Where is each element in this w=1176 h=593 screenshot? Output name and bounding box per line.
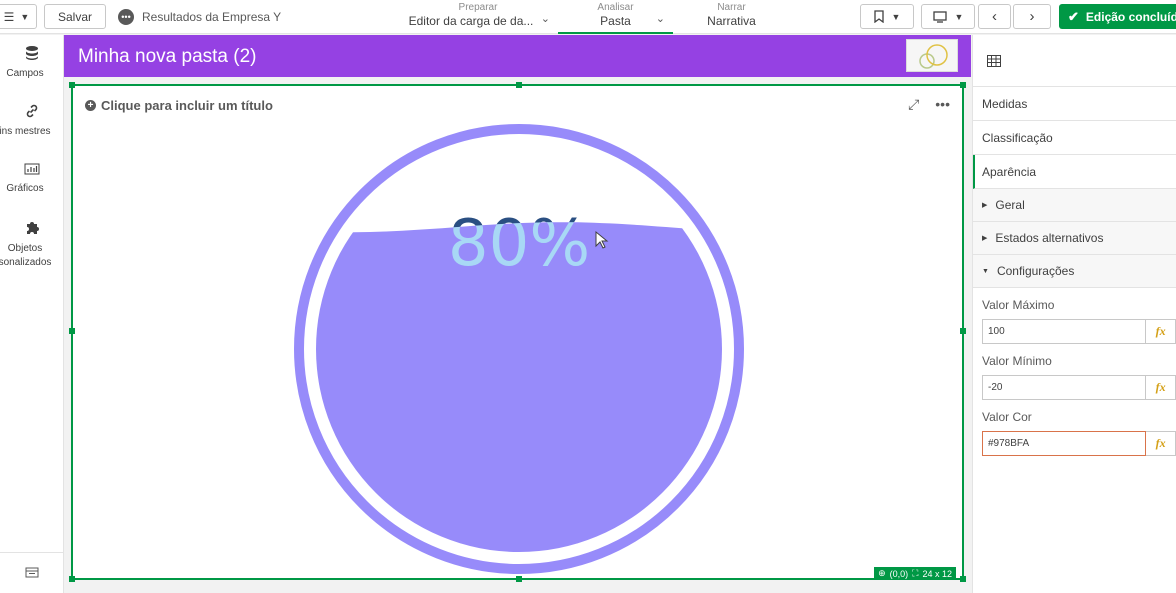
section-label: Estados alternativos [995, 231, 1104, 245]
max-value-input[interactable] [982, 319, 1147, 344]
resize-handle[interactable] [960, 328, 966, 334]
liquid-gauge: 80% 80% [294, 124, 744, 574]
resize-handle[interactable] [516, 576, 522, 582]
left-sidebar: Campos ins mestres Gráficos Objetos sona… [0, 35, 64, 593]
max-value-row: fx [982, 319, 1176, 344]
chevron-down-icon: ▼ [891, 11, 901, 22]
section-label: Geral [995, 198, 1025, 212]
caret-right-icon: ▶ [982, 202, 988, 209]
resize-handle[interactable] [960, 576, 966, 582]
check-icon: ✔ [1068, 8, 1079, 24]
sidebar-item-fields[interactable]: Campos [0, 45, 64, 81]
object-title-placeholder[interactable]: + Clique para incluir um título [85, 98, 273, 113]
plus-circle-icon: + [85, 100, 96, 111]
tab-narrate-sub: Narrar [717, 2, 746, 13]
properties-header [973, 35, 1176, 87]
resize-handle[interactable] [516, 82, 522, 88]
save-button[interactable]: Salvar [44, 4, 106, 29]
chevron-down-icon: ▼ [20, 11, 30, 22]
hamburger-icon: ☰ [3, 9, 15, 24]
sheet-header: Minha nova pasta (2) [64, 35, 971, 77]
database-icon [26, 46, 38, 60]
position-icon: ⊕ [878, 568, 886, 578]
link-icon [26, 104, 38, 118]
liquid-gauge-object[interactable]: + Clique para incluir um título ⤢ ••• 80… [69, 82, 966, 582]
more-options-icon[interactable]: ••• [935, 96, 950, 113]
edit-done-button[interactable]: ✔ Edição concluída [1059, 4, 1176, 29]
bookmark-icon [873, 10, 884, 23]
fx-button[interactable]: fx [1146, 319, 1176, 344]
min-value-row: fx [982, 375, 1176, 400]
app-name: Resultados da Empresa Y [142, 10, 282, 24]
sidebar-item-master-items[interactable]: ins mestres [0, 103, 64, 139]
present-button[interactable]: ▼ [921, 4, 975, 29]
resize-handle[interactable] [960, 82, 966, 88]
previous-sheet-button[interactable]: ‹ [978, 4, 1011, 29]
fx-button[interactable]: fx [1146, 431, 1176, 456]
min-value-input[interactable] [982, 375, 1147, 400]
puzzle-icon [27, 222, 39, 234]
color-value-row: fx [982, 431, 1176, 456]
size-text: 24 x 12 [922, 568, 952, 579]
caret-right-icon: ▶ [982, 235, 988, 242]
section-general[interactable]: ▶ Geral [973, 189, 1176, 222]
caret-down-icon: ▼ [982, 267, 989, 275]
tab-measures[interactable]: Medidas [973, 87, 1176, 121]
resize-handle[interactable] [69, 328, 75, 334]
chevron-left-icon: ‹ [992, 8, 997, 25]
fx-button[interactable]: fx [1146, 375, 1176, 400]
app-title[interactable]: ••• Resultados da Empresa Y [118, 9, 281, 25]
monitor-icon [932, 10, 947, 23]
sidebar-bottom-toggle[interactable] [0, 552, 64, 592]
section-alternate-states[interactable]: ▶ Estados alternativos [973, 222, 1176, 255]
next-sheet-button[interactable]: › [1013, 4, 1051, 29]
resize-handle[interactable] [69, 576, 75, 582]
size-icon: ⛶ [912, 568, 919, 578]
section-settings[interactable]: ▼ Configurações [973, 255, 1176, 288]
sidebar-item-custom-objects[interactable]: Objetos sonalizados [0, 220, 64, 270]
rings-logo-icon [919, 44, 948, 69]
position-badge: ⊕ (0,0) ⛶ 24 x 12 [874, 567, 956, 580]
max-value-label: Valor Máximo [982, 298, 1055, 312]
tab-prepare-sub: Preparar [458, 2, 498, 13]
edit-done-label: Edição concluída [1085, 9, 1176, 24]
resize-handle[interactable] [69, 82, 75, 88]
section-label: Configurações [996, 264, 1075, 278]
sidebar-item-charts[interactable]: Gráficos [0, 162, 64, 196]
app-icon: ••• [118, 9, 134, 25]
table-icon[interactable] [987, 54, 1001, 67]
color-value-input[interactable] [982, 431, 1147, 456]
chart-icon [24, 163, 40, 175]
tab-analyze[interactable]: Analisar Pasta ⌄ [558, 0, 673, 34]
chevron-down-icon: ⌄ [655, 13, 665, 25]
bookmark-button[interactable]: ▼ [860, 4, 914, 29]
object-title-text: Clique para incluir um título [101, 98, 273, 113]
chevron-down-icon: ⌄ [540, 13, 550, 25]
sheet-title[interactable]: Minha nova pasta (2) [78, 46, 257, 68]
tab-prepare[interactable]: Preparar Editor da carga de da... ⌄ [398, 0, 558, 34]
tab-prepare-label: Editor da carga de da... [408, 14, 534, 28]
panel-toggle-icon [25, 567, 39, 578]
menu-button[interactable]: ☰ ▼ [0, 4, 37, 29]
logo [906, 39, 958, 72]
tab-sorting[interactable]: Classificação [973, 121, 1176, 155]
position-text: (0,0) [889, 568, 909, 579]
tab-appearance[interactable]: Aparência [973, 155, 1176, 189]
tab-narrate[interactable]: Narrar Narrativa [684, 0, 779, 34]
chevron-right-icon: › [1029, 8, 1035, 25]
top-toolbar: ☰ ▼ Salvar ••• Resultados da Empresa Y P… [0, 0, 1176, 34]
chevron-down-icon: ▼ [954, 11, 964, 22]
object-tools: ⤢ ••• [908, 96, 950, 113]
min-value-label: Valor Mínimo [982, 354, 1052, 368]
tab-narrate-label: Narrativa [707, 14, 756, 28]
expand-icon[interactable]: ⤢ [908, 96, 919, 113]
color-value-label: Valor Cor [982, 410, 1032, 424]
properties-panel: Medidas Classificação Aparência ▶ Geral … [972, 35, 1176, 593]
